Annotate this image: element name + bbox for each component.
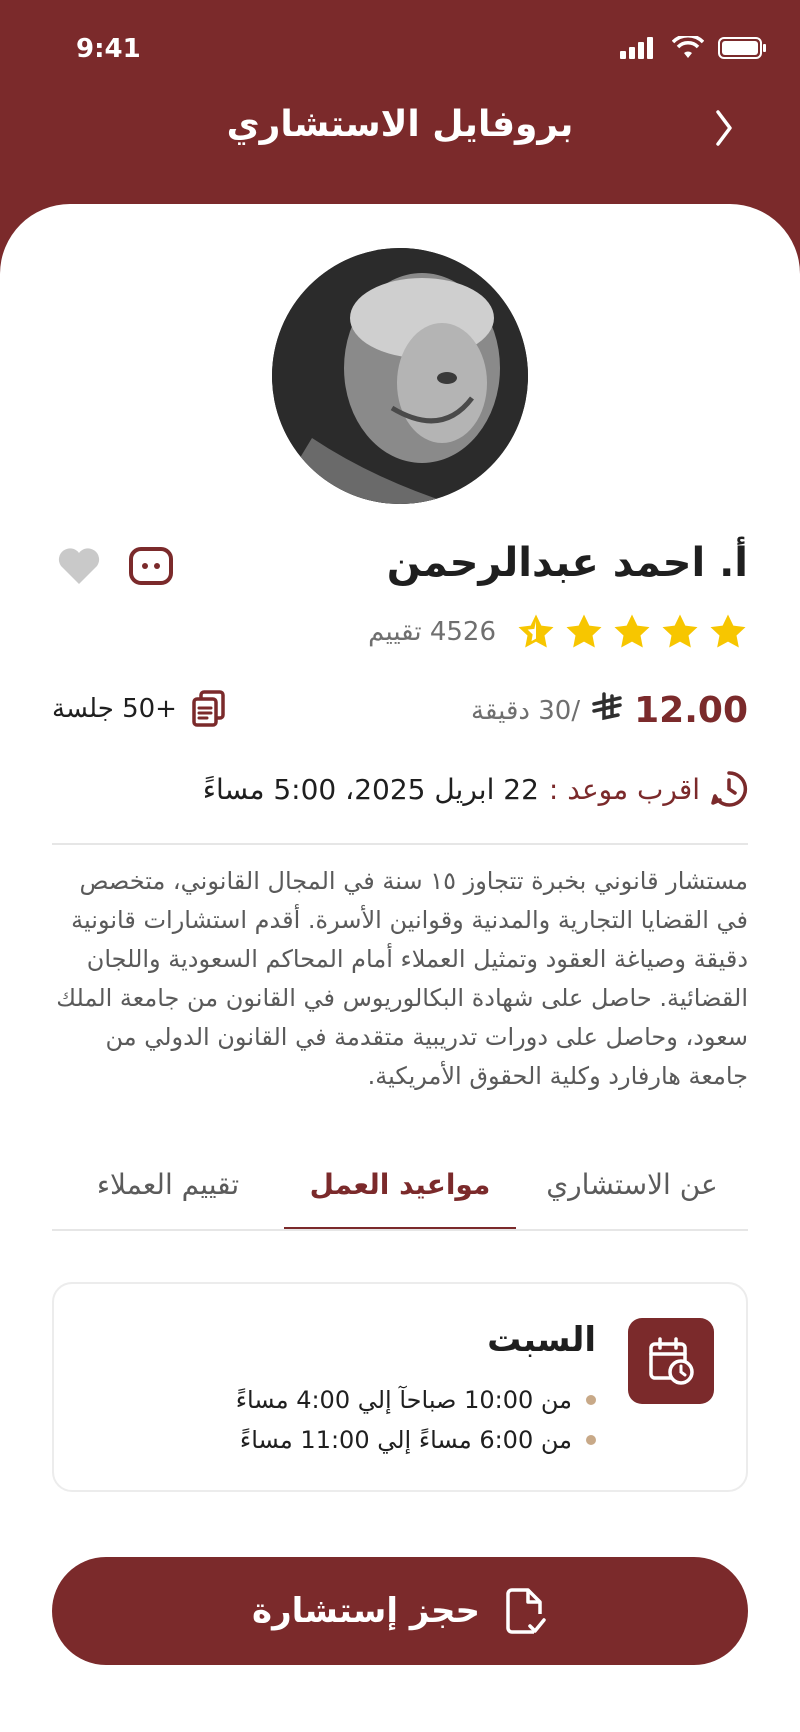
- consultant-bio: مستشار قانوني بخبرة تتجاوز ١٥ سنة في الم…: [56, 867, 748, 1090]
- tabs-divider: [52, 1229, 748, 1231]
- book-consultation-label: حجز إستشارة: [252, 1591, 480, 1631]
- calendar-clock-icon: [649, 1337, 694, 1385]
- chat-button[interactable]: [128, 546, 174, 586]
- next-appointment-value: 22 ابريل 2025، 5:00 مساءً: [202, 772, 539, 806]
- book-consultation-button[interactable]: حجز إستشارة: [52, 1557, 748, 1665]
- schedule-slots: من 10:00 صباحآ إلي 4:00 مساءً من 6:00 مس…: [236, 1380, 596, 1460]
- status-time: 9:41: [76, 34, 141, 64]
- document-check-icon: [506, 1588, 546, 1634]
- time-slot-text: من 6:00 مساءً إلي 11:00 مساءً: [239, 1426, 572, 1454]
- page-title: بروفايل الاستشاري: [226, 104, 574, 145]
- star-full-icon: [614, 614, 650, 648]
- time-slot: من 6:00 مساءً إلي 11:00 مساءً: [236, 1420, 596, 1460]
- tab-reviews[interactable]: تقييم العملاء: [52, 1160, 284, 1230]
- star-full-icon: [566, 614, 602, 648]
- schedule-day: السبت: [487, 1320, 596, 1360]
- status-bar: 9:41: [0, 0, 800, 104]
- riyal-icon: [592, 691, 622, 720]
- heart-icon: [58, 548, 100, 584]
- riyal-symbol: [590, 691, 624, 730]
- time-slot-text: من 10:00 صباحآ إلي 4:00 مساءً: [235, 1386, 572, 1414]
- price-value: 12.00: [634, 690, 748, 731]
- back-button[interactable]: [700, 104, 748, 152]
- tab-working-hours[interactable]: مواعيد العمل: [284, 1160, 516, 1230]
- price-row: 12.00 /30 دقيقة: [471, 690, 748, 731]
- bullet-dot: [586, 1395, 596, 1405]
- price-duration: /30 دقيقة: [471, 695, 581, 726]
- calendar-badge: [628, 1318, 714, 1404]
- next-appointment-label: اقرب موعد :: [548, 772, 700, 806]
- next-appointment: اقرب موعد : 22 ابريل 2025، 5:00 مساءً: [203, 770, 748, 808]
- chat-icon: [129, 547, 173, 585]
- time-slot: من 10:00 صباحآ إلي 4:00 مساءً: [236, 1380, 596, 1420]
- star-half-icon: [518, 614, 554, 648]
- sessions-text: +50 جلسة: [52, 694, 177, 724]
- wifi-icon: [672, 36, 704, 58]
- divider: [52, 843, 748, 845]
- rating-row: 4526 تقييم: [368, 612, 748, 652]
- star-full-icon: [710, 614, 746, 648]
- sessions-count: +50 جلسة: [52, 690, 227, 728]
- schedule-card: السبت من 10:00 صباحآ إلي 4:00 مساءً من 6…: [52, 1282, 748, 1492]
- tab-about[interactable]: عن الاستشاري: [516, 1160, 748, 1230]
- bullet-dot: [586, 1435, 596, 1445]
- signal-icon: [620, 37, 653, 59]
- star-full-icon: [662, 614, 698, 648]
- favorite-button[interactable]: [56, 546, 102, 586]
- rating-stars: [516, 612, 748, 652]
- documents-icon: [192, 690, 225, 727]
- battery-icon: [718, 37, 766, 59]
- status-icons: [618, 36, 768, 60]
- avatar-portrait: [272, 248, 528, 504]
- profile-tabs: عن الاستشاري مواعيد العمل تقييم العملاء: [52, 1160, 748, 1230]
- clock-icon: [711, 771, 748, 807]
- chevron-right-icon: [716, 110, 732, 146]
- consultant-name: أ. احمد عبدالرحمن: [386, 540, 748, 586]
- consultant-avatar: [272, 248, 528, 504]
- rating-count: 4526 تقييم: [368, 617, 496, 647]
